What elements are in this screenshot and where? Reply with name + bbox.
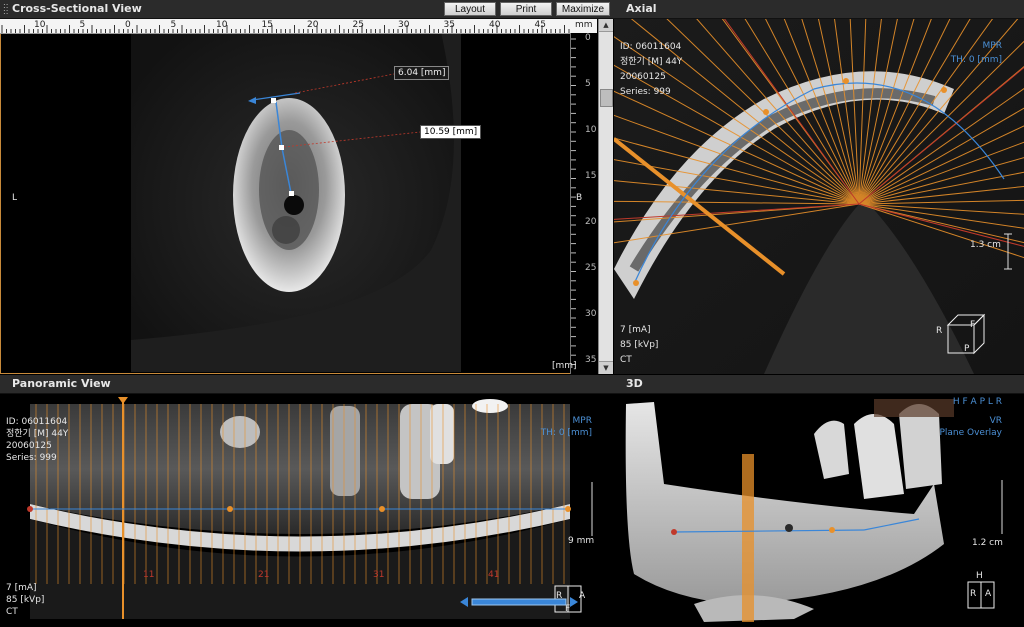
cross-sectional-pane[interactable]: :::: Cross-Sectional View Layout Print M… <box>0 0 614 375</box>
measure-handle <box>271 98 276 103</box>
vertical-scrollbar[interactable]: ▲ ▼ <box>598 19 613 374</box>
scroll-up-arrow-icon[interactable]: ▲ <box>599 19 613 32</box>
axial-image[interactable]: ID: 06011604 정한기 [M] 44Y 20060125 Series… <box>614 19 1024 374</box>
right-orientation-marker: B <box>576 193 583 203</box>
measure-label-2[interactable]: 10.59 [mm] <box>420 125 482 139</box>
measure-handle <box>279 145 284 150</box>
three-d-title: 3D <box>626 377 643 390</box>
measure-label-1[interactable]: 6.04 [mm] <box>394 66 450 80</box>
measure-handle <box>289 191 294 196</box>
pano-thickness: TH: 0 [mm] <box>540 428 592 438</box>
axial-scale-label: 1.3 cm <box>970 240 1001 250</box>
three-d-cube-top: H <box>976 571 983 581</box>
axial-title: Axial <box>626 2 657 15</box>
panoramic-slider[interactable] <box>460 597 578 607</box>
axial-titlebar: Axial <box>614 0 1024 19</box>
pano-series: Series: 999 <box>6 453 57 463</box>
left-orientation-marker: L <box>12 193 18 203</box>
axial-date: 20060125 <box>620 72 666 82</box>
axial-kvp: 85 [kVp] <box>620 340 659 350</box>
cube-bottom-label: P <box>964 344 970 354</box>
scroll-down-arrow-icon[interactable]: ▼ <box>599 361 613 374</box>
three-d-orientation-cube-icon[interactable]: H R A <box>964 571 998 612</box>
axial-orientation-cube-icon[interactable]: F R P <box>936 313 988 355</box>
vruler-unit: [mm] <box>552 361 577 371</box>
pano-scale-label: 9 mm <box>568 536 595 546</box>
slice-marker-icon <box>118 397 128 404</box>
panoramic-title: Panoramic View <box>12 377 111 390</box>
axial-modality: CT <box>620 355 632 365</box>
cube-right-label: R <box>936 326 943 336</box>
axial-thickness: TH: 0 [mm] <box>950 55 1002 65</box>
three-d-scale-label: 1.2 cm <box>972 538 1003 548</box>
axial-mode: MPR <box>982 41 1002 51</box>
slider-left-arrow-icon <box>460 597 468 607</box>
three-d-titlebar: 3D <box>614 375 1024 394</box>
slice-plane-overlay <box>742 454 754 622</box>
axial-series: Series: 999 <box>620 87 671 97</box>
pano-mode: MPR <box>572 416 592 426</box>
mandible-3d-model <box>625 402 944 604</box>
three-d-pane[interactable]: 3D H F A P L R VR Plane Overlay 1.2 cm H… <box>614 375 1024 627</box>
tooth-number-label: 31 <box>373 570 385 580</box>
three-d-overlay[interactable]: Plane Overlay <box>939 428 1002 438</box>
panoramic-image[interactable]: ID: 06011604 정한기 [M] 44Y 20060125 Series… <box>0 394 614 627</box>
slider-right-arrow-icon <box>570 597 578 607</box>
three-d-orient: H F A P L R <box>952 397 1002 407</box>
panoramic-titlebar: Panoramic View <box>0 375 614 394</box>
three-d-image[interactable]: H F A P L R VR Plane Overlay 1.2 cm H R … <box>614 394 1024 627</box>
tooth-number-label: 21 <box>258 570 270 580</box>
three-d-cube-right: R <box>970 589 977 599</box>
axial-ma: 7 [mA] <box>620 325 651 335</box>
tooth-number-label: 11 <box>143 570 155 580</box>
cube-front-label: F <box>970 320 976 330</box>
panoramic-pane[interactable]: Panoramic View ID: 06011604 정한기 [M] 44Y … <box>0 375 614 627</box>
three-d-mode: VR <box>989 416 1002 426</box>
panoramic-scan-svg <box>27 397 593 619</box>
measurement-overlay[interactable] <box>0 0 597 375</box>
three-d-cube-front: A <box>985 589 992 599</box>
arrow-head-icon <box>248 97 256 104</box>
axial-name: 정한기 [M] 44Y <box>620 57 683 67</box>
axial-pane[interactable]: Axial ID: 06011604 정한기 [M] 44Y 20060125 … <box>614 0 1024 375</box>
pano-modality: CT <box>6 607 18 617</box>
tooth-number-label: 41 <box>488 570 500 580</box>
pano-cube-front: A <box>579 591 586 601</box>
axial-id: ID: 06011604 <box>620 42 682 52</box>
scroll-thumb[interactable] <box>600 89 613 107</box>
